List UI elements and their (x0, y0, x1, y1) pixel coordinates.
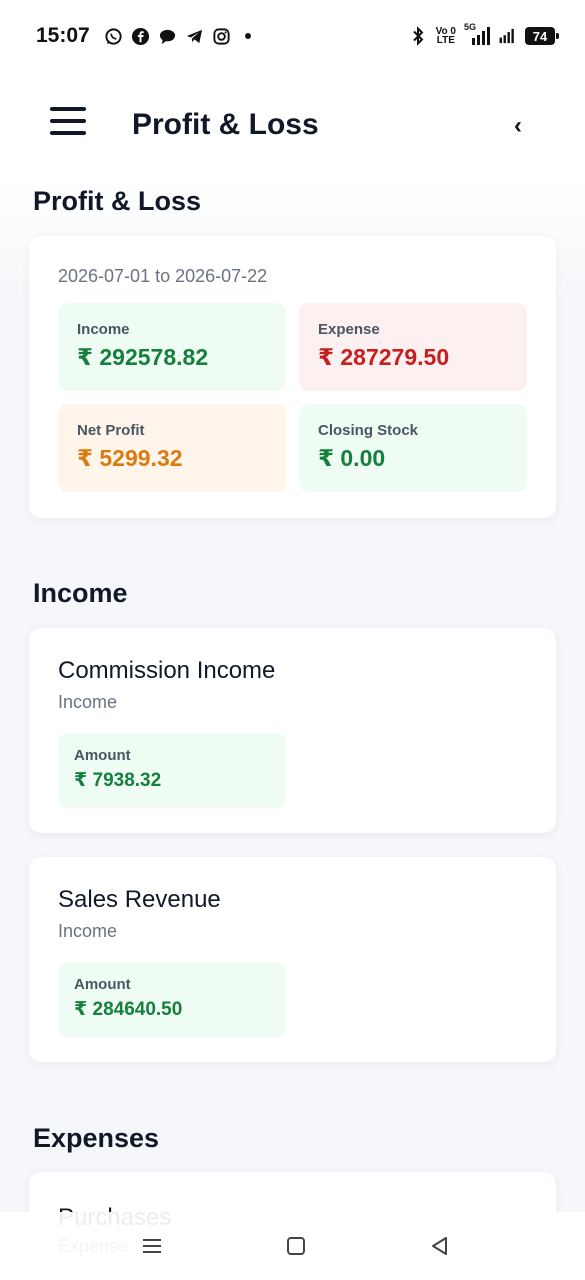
chat-icon (158, 27, 177, 46)
page-title: Profit & Loss (132, 108, 319, 141)
battery-icon: 74 (525, 27, 559, 45)
amount-tile: Amount ₹ 7938.32 (58, 733, 286, 808)
account-type: Income (58, 692, 118, 712)
closing-stock-value: ₹ 0.00 (318, 445, 386, 471)
amount-label: Amount (74, 747, 131, 764)
dot-icon (239, 27, 258, 46)
net-profit-tile: Net Profit ₹ 5299.32 (58, 404, 286, 492)
system-nav-bar (0, 1212, 585, 1280)
volte-bottom-text: LTE (436, 35, 455, 46)
facebook-icon (131, 27, 150, 46)
income-tile: Income ₹ 292578.82 (58, 303, 286, 391)
amount-value: ₹ 284640.50 (74, 999, 183, 1020)
instagram-icon (212, 27, 231, 46)
income-label: Income (77, 321, 130, 338)
summary-section-title: Profit & Loss (33, 186, 202, 216)
account-type: Income (58, 921, 118, 941)
closing-stock-tile: Closing Stock ₹ 0.00 (299, 404, 527, 492)
list-item[interactable]: Sales Revenue Income Amount ₹ 284640.50 (29, 857, 556, 1062)
back-icon[interactable] (426, 1232, 454, 1260)
amount-value: ₹ 7938.32 (74, 770, 162, 791)
expense-label: Expense (318, 321, 380, 338)
account-name: Commission Income (58, 657, 276, 684)
app-bar: Profit & Loss ‹ (0, 72, 585, 182)
network-type: 5G (464, 22, 477, 32)
status-bar-right: Vo 0 LTE 5G 74 (409, 22, 559, 46)
recent-apps-icon[interactable] (138, 1232, 166, 1260)
income-section-title: Income (33, 578, 128, 608)
list-item[interactable]: Commission Income Income Amount ₹ 7938.3… (29, 628, 556, 833)
back-chevron-icon[interactable]: ‹ (514, 112, 522, 140)
account-name: Sales Revenue (58, 886, 221, 913)
date-range: 2026-07-01 to 2026-07-22 (58, 266, 268, 286)
expenses-section-title: Expenses (33, 1123, 160, 1153)
amount-tile: Amount ₹ 284640.50 (58, 962, 286, 1037)
status-time: 15:07 (36, 24, 90, 47)
signal-5g: 5G (464, 22, 490, 46)
bluetooth-icon (409, 26, 428, 46)
whatsapp-icon (104, 27, 123, 46)
status-bar: 15:07 Vo 0 LTE 5G 74 (0, 0, 585, 72)
expense-value: ₹ 287279.50 (318, 344, 450, 370)
net-profit-value: ₹ 5299.32 (77, 445, 183, 471)
summary-card: 2026-07-01 to 2026-07-22 Income ₹ 292578… (29, 236, 556, 518)
signal-icon (498, 27, 517, 46)
income-value: ₹ 292578.82 (77, 344, 209, 370)
volte-indicator: Vo 0 LTE (436, 27, 456, 46)
net-profit-label: Net Profit (77, 422, 145, 439)
home-icon[interactable] (282, 1232, 310, 1260)
status-bar-left: 15:07 (36, 24, 258, 48)
menu-icon[interactable] (50, 107, 86, 143)
telegram-icon (185, 27, 204, 46)
amount-label: Amount (74, 976, 131, 993)
expense-tile: Expense ₹ 287279.50 (299, 303, 527, 391)
closing-stock-label: Closing Stock (318, 422, 419, 439)
